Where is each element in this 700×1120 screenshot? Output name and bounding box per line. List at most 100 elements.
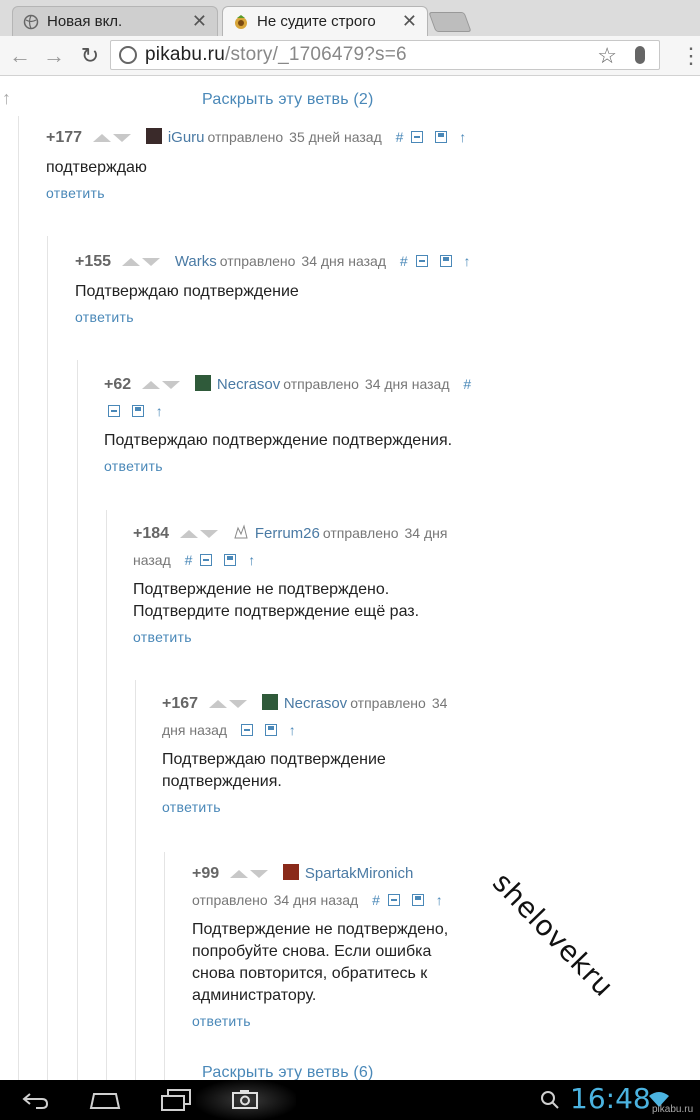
close-icon[interactable]: ✕ xyxy=(402,11,417,32)
downvote-icon[interactable] xyxy=(162,381,181,390)
reload-icon[interactable]: ↻ xyxy=(78,44,102,68)
back-icon[interactable]: ← xyxy=(8,44,32,68)
microphone-icon[interactable] xyxy=(635,46,645,64)
comment-score: +177 xyxy=(46,129,83,146)
upvote-icon[interactable] xyxy=(92,134,111,143)
sent-label: отправлено xyxy=(283,376,359,392)
collapse-icon[interactable] xyxy=(411,131,424,143)
comment-tools: # ↑ xyxy=(372,892,451,908)
parent-arrow-icon[interactable]: ↑ xyxy=(289,722,296,738)
url-text: pikabu.ru/story/_1706479?s=6 xyxy=(145,44,407,65)
sent-label: отправлено xyxy=(350,695,426,711)
comment-meta: +177 iGuru отправлено 35 дней назад # ↑ xyxy=(46,124,486,151)
save-icon[interactable] xyxy=(439,255,452,267)
downvote-icon[interactable] xyxy=(199,530,218,539)
reply-link[interactable]: ответить xyxy=(104,458,484,474)
parent-arrow-icon[interactable]: ↑ xyxy=(156,403,163,419)
collapse-icon[interactable] xyxy=(108,405,120,417)
collapse-icon[interactable] xyxy=(387,894,400,906)
camera-icon[interactable] xyxy=(230,1086,260,1114)
collapse-icon[interactable] xyxy=(200,554,213,566)
comment-meta-line2: дня назад ↑ xyxy=(162,717,462,743)
save-icon[interactable] xyxy=(131,405,144,417)
upvote-icon[interactable] xyxy=(230,870,249,879)
new-tab-button[interactable] xyxy=(428,12,472,32)
comment-time: 34 xyxy=(431,695,448,711)
downvote-icon[interactable] xyxy=(228,700,247,709)
permalink-icon[interactable]: # xyxy=(400,253,408,269)
save-icon[interactable] xyxy=(224,554,237,566)
search-icon[interactable] xyxy=(538,1086,562,1114)
upvote-icon[interactable] xyxy=(142,381,161,390)
home-icon[interactable] xyxy=(88,1086,122,1114)
parent-arrow-icon[interactable]: ↑ xyxy=(248,552,255,568)
expand-branch-link[interactable]: Раскрыть эту ветвь (2) xyxy=(202,91,374,109)
comment-time: 34 дня назад xyxy=(301,253,386,269)
expand-branch-link[interactable]: Раскрыть эту ветвь (6) xyxy=(202,1064,374,1080)
reply-link[interactable]: ответить xyxy=(162,799,462,815)
scroll-up-arrow-icon[interactable]: ↑ xyxy=(2,88,11,109)
menu-icon[interactable]: ⋮ xyxy=(680,44,700,68)
permalink-icon[interactable]: # xyxy=(463,376,471,392)
status-clock: 16:48 xyxy=(570,1082,651,1115)
page-content[interactable]: ↑ Раскрыть эту ветвь (2) +177 iGuru отпра… xyxy=(0,76,700,1080)
upvote-icon[interactable] xyxy=(121,258,140,267)
comment-author[interactable]: Warks xyxy=(175,253,217,270)
thread-line xyxy=(135,680,136,1080)
close-icon[interactable]: ✕ xyxy=(192,11,207,32)
comment-text-line: снова повторится, обратитесь к xyxy=(192,965,428,982)
comment-author[interactable]: Ferrum26 xyxy=(255,525,320,542)
upvote-icon[interactable] xyxy=(179,530,198,539)
forward-icon[interactable]: → xyxy=(42,44,66,68)
address-bar[interactable]: pikabu.ru/story/_1706479?s=6 ☆ xyxy=(110,40,660,70)
reply-link[interactable]: ответить xyxy=(133,629,463,645)
bookmark-star-icon[interactable]: ☆ xyxy=(597,43,617,69)
thread-line xyxy=(77,360,78,1080)
downvote-icon[interactable] xyxy=(250,870,269,879)
comment-text-line: Подтвердите подтверждение ещё раз. xyxy=(133,603,420,620)
site-info-icon[interactable] xyxy=(119,46,137,64)
parent-arrow-icon[interactable]: ↑ xyxy=(463,253,470,269)
avatar xyxy=(282,864,299,880)
save-icon[interactable] xyxy=(264,724,277,736)
parent-arrow-icon[interactable]: ↑ xyxy=(459,129,466,145)
comment-text-line: Подтверждение не подтверждено. xyxy=(133,581,390,598)
collapse-icon[interactable] xyxy=(241,724,253,736)
comment-author[interactable]: SpartakMironich xyxy=(305,865,413,882)
comment: +62 Necrasov отправлено 34 дня назад # ↑ П… xyxy=(104,371,484,474)
collapse-icon[interactable] xyxy=(415,255,428,267)
comment-text: Подтверждение не подтверждено. Подтверди… xyxy=(133,579,463,623)
comment-author[interactable]: Necrasov xyxy=(284,695,347,712)
comment-tools: ↑ xyxy=(241,722,304,738)
comment-author[interactable]: Necrasov xyxy=(217,376,280,393)
sent-label: отправлено xyxy=(207,129,284,145)
comment-author[interactable]: iGuru xyxy=(168,129,205,146)
save-icon[interactable] xyxy=(411,894,424,906)
permalink-icon[interactable]: # xyxy=(372,892,380,908)
reply-link[interactable]: ответить xyxy=(75,309,495,325)
comment-tools: # ↑ xyxy=(185,552,264,568)
permalink-icon[interactable]: # xyxy=(396,129,404,145)
back-icon[interactable] xyxy=(20,1086,50,1114)
upvote-icon[interactable] xyxy=(208,700,227,709)
comment-tools-row: ↑ xyxy=(104,398,484,424)
comment-time: 34 дня назад xyxy=(273,892,359,908)
comment-text: Подтверждаю подтверждение подтверждения. xyxy=(104,432,453,449)
save-icon[interactable] xyxy=(435,131,448,143)
reply-link[interactable]: ответить xyxy=(46,185,486,201)
thread-line xyxy=(164,852,165,1080)
comment: +155 Warks отправлено 34 дня назад # ↑ Под… xyxy=(75,248,495,325)
downvote-icon[interactable] xyxy=(141,258,160,267)
tab-title: Не судите строго xyxy=(257,13,376,30)
avatar xyxy=(194,375,211,391)
downvote-icon[interactable] xyxy=(112,134,131,143)
site-watermark: pikabu.ru xyxy=(652,1104,694,1115)
tab-new-tab[interactable]: Новая вкл. ✕ xyxy=(12,6,218,36)
recent-apps-icon[interactable] xyxy=(160,1086,192,1114)
permalink-icon[interactable]: # xyxy=(185,552,193,568)
tab-active[interactable]: Не судите строго ✕ xyxy=(222,6,428,36)
parent-arrow-icon[interactable]: ↑ xyxy=(436,892,443,908)
comment-text-line: администратору. xyxy=(192,987,317,1004)
comment-score: +167 xyxy=(162,695,199,712)
reply-link[interactable]: ответить xyxy=(192,1013,482,1029)
